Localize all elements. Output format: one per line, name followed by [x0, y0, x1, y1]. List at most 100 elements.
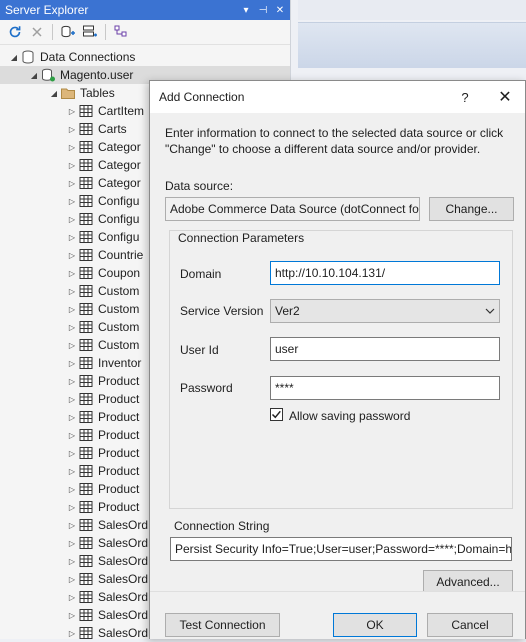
- expand-arrow-icon[interactable]: ▷: [66, 462, 78, 480]
- expand-arrow-icon[interactable]: ▷: [66, 606, 78, 624]
- close-panel-icon[interactable]: ✕: [273, 5, 287, 16]
- expand-arrow-icon[interactable]: ▷: [66, 588, 78, 606]
- share-point-button[interactable]: [110, 22, 132, 42]
- connect-to-server-button[interactable]: [79, 22, 101, 42]
- expand-arrow-icon[interactable]: ▷: [66, 300, 78, 318]
- expand-arrow-icon[interactable]: ▷: [66, 354, 78, 372]
- tree-node-label: Product: [98, 392, 140, 406]
- expand-arrow-icon[interactable]: ▷: [66, 390, 78, 408]
- stop-button[interactable]: [26, 22, 48, 42]
- expand-arrow-icon[interactable]: ▷: [66, 372, 78, 390]
- table-icon: [78, 301, 94, 317]
- expand-arrow-icon[interactable]: ▷: [66, 282, 78, 300]
- toolbar-separator: [52, 24, 53, 40]
- tree-node-label: SalesOrd: [98, 608, 149, 622]
- test-connection-button[interactable]: Test Connection: [165, 613, 280, 637]
- checkmark-icon: [271, 410, 281, 419]
- cancel-button[interactable]: Cancel: [427, 613, 513, 637]
- service-version-select[interactable]: Ver2: [270, 299, 500, 323]
- help-button[interactable]: ?: [445, 90, 485, 105]
- tree-node-label: Carts: [98, 122, 127, 136]
- toolbar-separator: [105, 24, 106, 40]
- table-icon: [78, 589, 94, 605]
- table-icon: [78, 463, 94, 479]
- expand-arrow-icon[interactable]: ▷: [66, 552, 78, 570]
- expand-arrow-icon[interactable]: ▷: [66, 336, 78, 354]
- expand-arrow-icon[interactable]: ▷: [66, 534, 78, 552]
- add-connection-dialog: Add Connection ? ✕ Enter information to …: [149, 80, 526, 639]
- tree-node-label: Categor: [98, 140, 141, 154]
- data-source-label: Data source:: [165, 179, 234, 193]
- folder-icon: [60, 85, 76, 101]
- tree-node-label: SalesOrd: [98, 626, 149, 640]
- refresh-button[interactable]: [4, 22, 26, 42]
- tree-node-label: Data Connections: [40, 50, 136, 64]
- table-icon: [78, 157, 94, 173]
- expand-arrow-icon[interactable]: ▷: [66, 498, 78, 516]
- expand-arrow-icon[interactable]: ▷: [66, 174, 78, 192]
- expand-arrow-icon[interactable]: ▷: [66, 570, 78, 588]
- expand-arrow-icon[interactable]: ▷: [66, 156, 78, 174]
- table-icon: [78, 103, 94, 119]
- expand-arrow-icon[interactable]: ▷: [66, 120, 78, 138]
- tree-node-label: Inventor: [98, 356, 142, 370]
- table-icon: [78, 409, 94, 425]
- editor-header-band: [298, 22, 526, 68]
- collapse-arrow-icon[interactable]: ◢: [8, 48, 20, 66]
- collapse-arrow-icon[interactable]: ◢: [48, 84, 60, 102]
- close-dialog-button[interactable]: ✕: [485, 87, 525, 107]
- table-icon: [78, 175, 94, 191]
- expand-arrow-icon[interactable]: ▷: [66, 264, 78, 282]
- expand-arrow-icon[interactable]: ▷: [66, 480, 78, 498]
- password-input[interactable]: ****: [270, 376, 500, 400]
- expand-arrow-icon[interactable]: ▷: [66, 624, 78, 642]
- tree-node-label: Product: [98, 446, 140, 460]
- allow-saving-password-label[interactable]: Allow saving password: [289, 409, 410, 423]
- tree-node-label: Custom: [98, 338, 140, 352]
- connection-string-field[interactable]: Persist Security Info=True;User=user;Pas…: [170, 537, 512, 561]
- table-icon: [78, 373, 94, 389]
- window-position-dropdown-icon[interactable]: ▾: [239, 5, 253, 16]
- connect-to-database-button[interactable]: [57, 22, 79, 42]
- table-icon: [78, 229, 94, 245]
- allow-saving-password-checkbox[interactable]: [270, 408, 283, 421]
- expand-arrow-icon[interactable]: ▷: [66, 408, 78, 426]
- tree-node-data-connections[interactable]: ◢ Data Connections: [0, 48, 290, 66]
- expand-arrow-icon[interactable]: ▷: [66, 426, 78, 444]
- table-icon: [78, 211, 94, 227]
- user-id-label: User Id: [180, 343, 219, 357]
- tree-node-label: Product: [98, 410, 140, 424]
- tree-node-label: Product: [98, 500, 140, 514]
- database-connection-icon: [40, 67, 56, 83]
- tree-node-label: CartItem: [98, 104, 145, 118]
- stop-icon: [32, 27, 42, 37]
- expand-arrow-icon[interactable]: ▷: [66, 228, 78, 246]
- expand-arrow-icon[interactable]: ▷: [66, 210, 78, 228]
- domain-input[interactable]: http://10.10.104.131/: [270, 261, 500, 285]
- expand-arrow-icon[interactable]: ▷: [66, 444, 78, 462]
- tree-node-label: Custom: [98, 284, 140, 298]
- expand-arrow-icon[interactable]: ▷: [66, 246, 78, 264]
- expand-arrow-icon[interactable]: ▷: [66, 516, 78, 534]
- server-explorer-title: Server Explorer: [5, 3, 89, 17]
- expand-arrow-icon[interactable]: ▷: [66, 138, 78, 156]
- expand-arrow-icon[interactable]: ▷: [66, 102, 78, 120]
- connection-string-label: Connection String: [174, 519, 270, 533]
- refresh-icon: [9, 26, 21, 38]
- dialog-title: Add Connection: [159, 90, 245, 104]
- tree-node-label: Product: [98, 464, 140, 478]
- change-button[interactable]: Change...: [429, 197, 514, 221]
- expand-arrow-icon[interactable]: ▷: [66, 192, 78, 210]
- table-icon: [78, 607, 94, 623]
- expand-arrow-icon[interactable]: ▷: [66, 318, 78, 336]
- ok-button[interactable]: OK: [333, 613, 417, 637]
- user-id-input[interactable]: user: [270, 337, 500, 361]
- tree-node-label: Custom: [98, 302, 140, 316]
- tree-node-label: SalesOrd: [98, 572, 149, 586]
- tree-node-label: Coupon: [98, 266, 141, 280]
- tree-node-label: Magento.user: [60, 68, 134, 82]
- collapse-arrow-icon[interactable]: ◢: [28, 66, 40, 84]
- connection-parameters-title: Connection Parameters: [174, 231, 309, 245]
- table-icon: [78, 247, 94, 263]
- auto-hide-pin-icon[interactable]: ⊣: [256, 5, 270, 16]
